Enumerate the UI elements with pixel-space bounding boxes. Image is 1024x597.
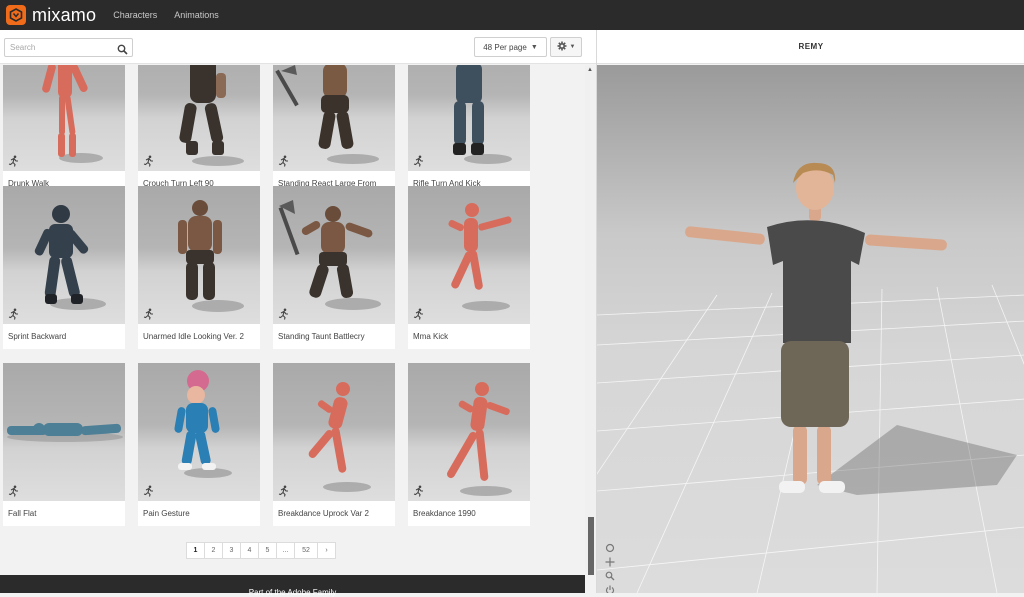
animation-card[interactable]: Rifle Turn And Kick (408, 65, 530, 196)
character-figure (34, 205, 106, 310)
running-figure-icon (8, 484, 20, 497)
chevron-down-icon: ▼ (530, 43, 538, 51)
running-figure-icon (278, 484, 290, 497)
animation-card-label: Pain Gesture (143, 509, 190, 518)
viewport-tools (604, 542, 618, 593)
pan-camera-icon[interactable] (604, 556, 616, 568)
brand-name: mixamo (32, 4, 97, 25)
remy-character (685, 162, 1017, 495)
animation-thumbnail (3, 186, 125, 324)
footer: Part of the Adobe Family (0, 575, 585, 597)
character-figure (275, 65, 379, 164)
animation-card[interactable]: Drunk Walk (3, 65, 125, 196)
rotate-camera-icon[interactable] (604, 542, 616, 554)
grid-scrollbar[interactable]: ▲ (585, 65, 596, 575)
nav-characters[interactable]: Characters (113, 10, 157, 20)
animation-card-label: Fall Flat (8, 509, 37, 518)
animation-card-label: Sprint Backward (8, 332, 67, 341)
page-1[interactable]: 1 (186, 542, 205, 559)
zoom-camera-icon[interactable] (604, 570, 616, 582)
pagination: 1 2 3 4 5 ... 52 › (186, 542, 336, 559)
mixamo-logo-icon (6, 5, 26, 25)
animation-card[interactable]: Breakdance 1990 (408, 363, 530, 526)
per-page-value: 48 Per page (483, 42, 527, 52)
animation-card-label: Mma Kick (413, 332, 449, 341)
character-figure (453, 65, 512, 164)
page-52[interactable]: 52 (294, 542, 318, 559)
animation-thumbnail (3, 65, 125, 171)
animation-thumbnail (273, 186, 395, 324)
page-5[interactable]: 5 (258, 542, 277, 559)
nav-animations[interactable]: Animations (174, 10, 219, 20)
running-figure-icon (413, 484, 425, 497)
character-figure (178, 200, 244, 312)
character-figure (278, 200, 381, 310)
page-ellipsis: ... (276, 542, 295, 559)
animation-thumbnail (408, 186, 530, 324)
settings-dropdown-button[interactable]: ▼ (550, 37, 582, 57)
running-figure-icon (413, 154, 425, 167)
footer-text: Part of the Adobe Family (248, 588, 337, 597)
gear-icon (557, 41, 567, 53)
mixamo-logo[interactable]: mixamo (6, 5, 96, 26)
running-figure-icon (143, 154, 155, 167)
browser-toolbar: 48 Per page ▼ ▼ (0, 30, 596, 64)
animation-card[interactable]: Breakdance Uprock Var 2 (273, 363, 395, 526)
next-page-button[interactable]: › (317, 542, 336, 559)
animation-thumbnail (273, 363, 395, 501)
running-figure-icon (413, 307, 425, 320)
top-bar: mixamo Characters Animations (0, 0, 1024, 30)
chevron-down-icon: ▼ (569, 44, 576, 50)
animation-browser: 48 Per page ▼ ▼ Drunk Walk (0, 30, 596, 597)
animation-card[interactable]: Mma Kick (408, 186, 530, 349)
animation-card[interactable]: Fall Flat (3, 363, 125, 526)
mannequin-figure (42, 65, 103, 163)
running-figure-icon (278, 307, 290, 320)
running-figure-icon (143, 307, 155, 320)
animation-card-label: Breakdance 1990 (413, 509, 476, 518)
animation-card[interactable]: Crouch Turn Left 90 (138, 65, 260, 196)
animation-card-label: Breakdance Uprock Var 2 (278, 509, 370, 518)
character-name: REMY (597, 30, 1024, 64)
page-2[interactable]: 2 (204, 542, 223, 559)
animation-thumbnail (138, 363, 260, 501)
search-input[interactable] (5, 39, 115, 56)
search-box (4, 38, 133, 57)
search-icon[interactable] (117, 42, 128, 55)
page-3[interactable]: 3 (222, 542, 241, 559)
3d-viewport[interactable] (597, 65, 1024, 593)
scroll-up-arrow-icon[interactable]: ▲ (587, 67, 593, 73)
mannequin-figure (448, 203, 512, 311)
reset-view-icon[interactable] (604, 584, 616, 593)
character-figure (7, 423, 123, 442)
animation-card-label: Unarmed Idle Looking Ver. 2 (143, 332, 244, 341)
animation-thumbnail (138, 65, 260, 171)
running-figure-icon (278, 154, 290, 167)
per-page-select[interactable]: 48 Per page ▼ (474, 37, 547, 57)
animation-card[interactable]: Unarmed Idle Looking Ver. 2 (138, 186, 260, 349)
animation-card[interactable]: Standing React Large From (273, 65, 395, 196)
animation-card[interactable]: Pain Gesture (138, 363, 260, 526)
scrollbar-thumb[interactable] (588, 517, 594, 575)
animation-grid: Drunk Walk Crouch Turn Left 90 Standing … (0, 65, 585, 575)
animation-thumbnail (138, 186, 260, 324)
page-4[interactable]: 4 (240, 542, 259, 559)
animation-thumbnail (3, 363, 125, 501)
animation-thumbnail (408, 363, 530, 501)
character-figure (179, 65, 244, 166)
animation-card[interactable]: Standing Taunt Battlecry (273, 186, 395, 349)
animation-card[interactable]: Sprint Backward (3, 186, 125, 349)
running-figure-icon (8, 307, 20, 320)
mannequin-figure (447, 382, 512, 496)
animation-card-label: Standing Taunt Battlecry (278, 332, 365, 341)
animation-thumbnail (408, 65, 530, 171)
mannequin-figure (308, 382, 371, 492)
character-figure (174, 370, 232, 478)
animation-thumbnail (273, 65, 395, 171)
running-figure-icon (143, 484, 155, 497)
running-figure-icon (8, 154, 20, 167)
character-viewer: REMY (596, 30, 1024, 593)
